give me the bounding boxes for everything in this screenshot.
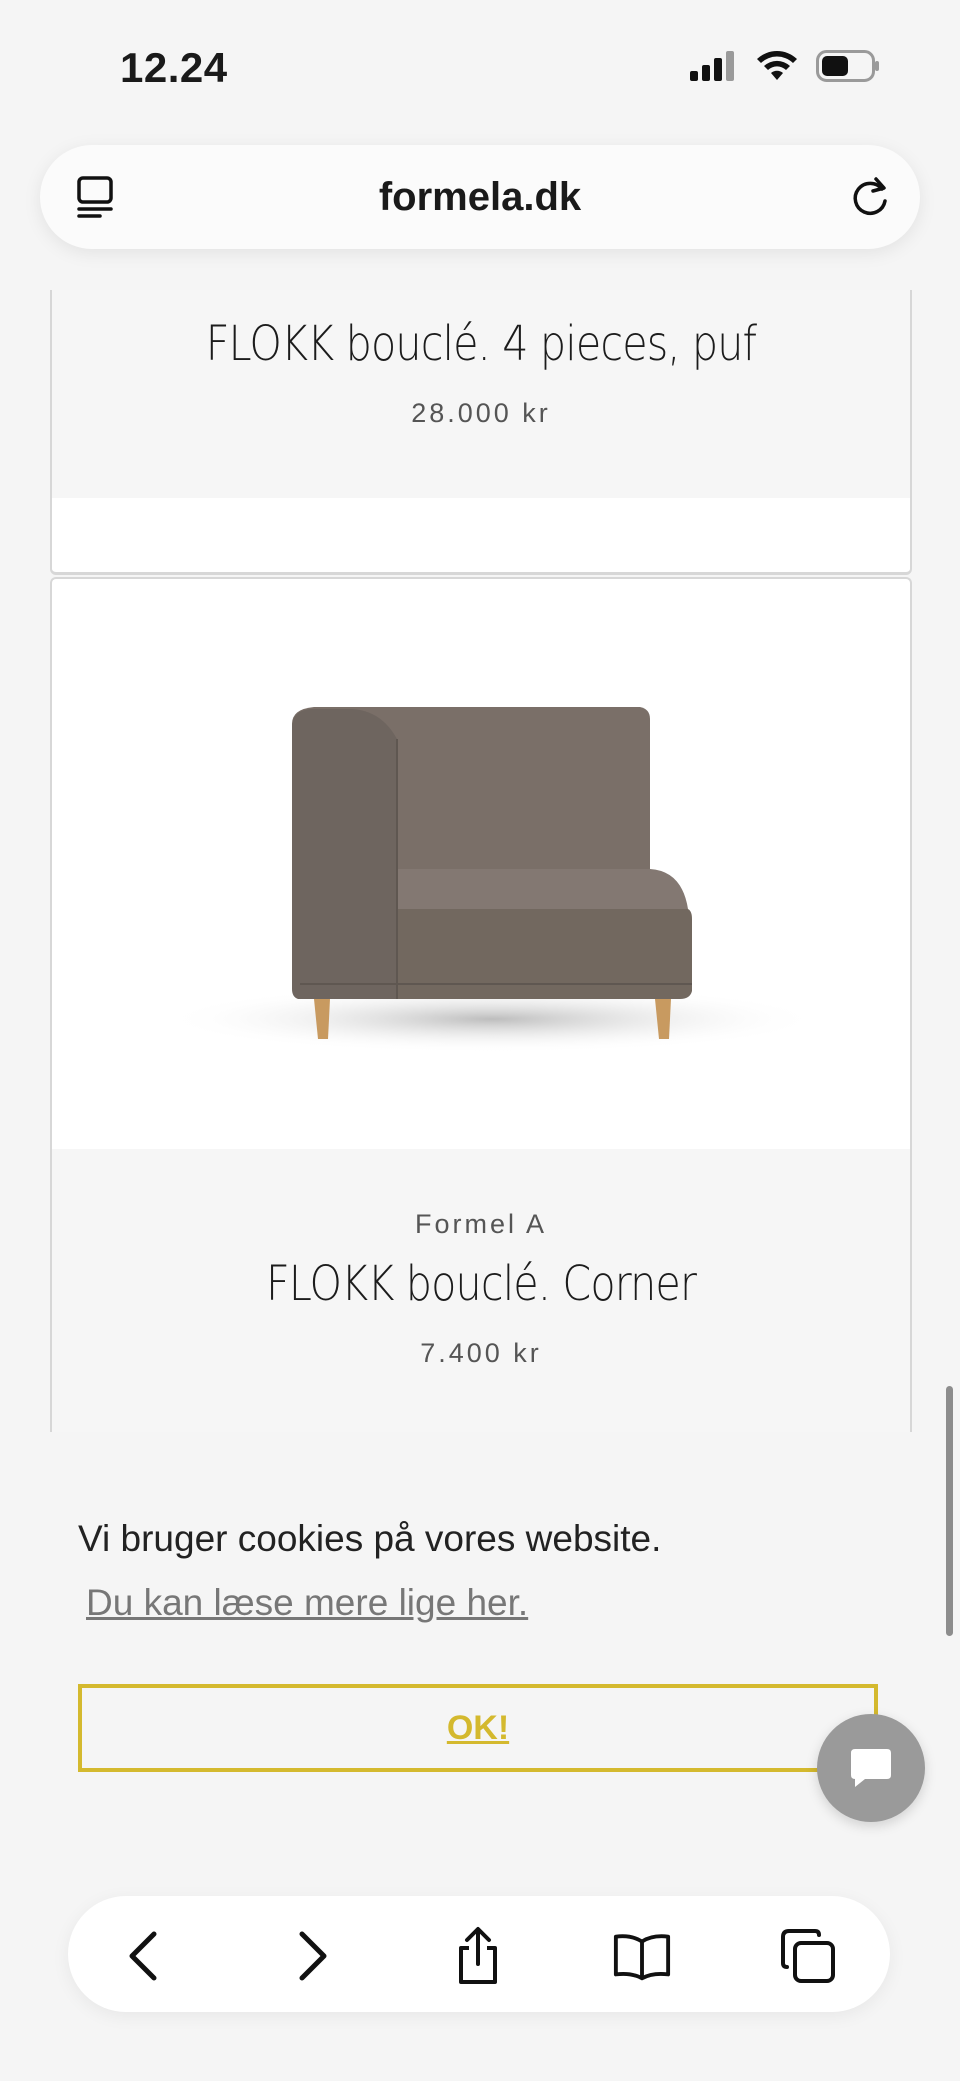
chat-icon bbox=[851, 1749, 891, 1787]
back-icon[interactable] bbox=[114, 1926, 174, 1986]
share-icon[interactable] bbox=[448, 1926, 508, 1986]
status-icons bbox=[690, 50, 880, 82]
status-bar: 12.24 bbox=[0, 0, 960, 140]
forward-icon[interactable] bbox=[282, 1926, 342, 1986]
product-price: 7.400 kr bbox=[420, 1338, 542, 1368]
tabs-overview-icon[interactable] bbox=[778, 1926, 838, 1986]
product-card[interactable]: Formel A FLOKK bouclé. Corner 7.400 kr bbox=[50, 577, 912, 1434]
cookie-banner: Vi bruger cookies på vores website. Du k… bbox=[0, 1432, 960, 1852]
product-card[interactable]: FLOKK bouclé. 4 pieces, puf 28.000 kr bbox=[50, 290, 912, 575]
chat-button[interactable] bbox=[817, 1714, 925, 1822]
cookie-accept-label: OK! bbox=[446, 1708, 510, 1747]
url-text[interactable]: formela.dk bbox=[40, 175, 920, 220]
status-time: 12.24 bbox=[120, 44, 228, 91]
product-info: Formel A FLOKK bouclé. Corner 7.400 kr bbox=[52, 1149, 910, 1434]
address-bar[interactable]: formela.dk bbox=[40, 145, 920, 249]
product-price: 28.000 kr bbox=[411, 398, 551, 428]
reload-icon[interactable] bbox=[848, 173, 892, 224]
wifi-icon bbox=[757, 51, 797, 80]
product-title[interactable]: FLOKK bouclé. Corner bbox=[112, 1256, 850, 1312]
signal-icon bbox=[690, 51, 734, 81]
product-brand: Formel A bbox=[414, 1209, 548, 1239]
cookie-accept-button[interactable]: OK! bbox=[78, 1684, 878, 1772]
cookie-text: Vi bruger cookies på vores website. bbox=[78, 1518, 662, 1559]
product-image[interactable] bbox=[52, 579, 910, 1149]
bookmarks-icon[interactable] bbox=[612, 1926, 672, 1986]
battery-icon bbox=[816, 50, 879, 82]
cookie-policy-link[interactable]: Du kan læse mere lige her. bbox=[86, 1582, 528, 1624]
browser-toolbar bbox=[68, 1896, 890, 2012]
product-info: FLOKK bouclé. 4 pieces, puf 28.000 kr bbox=[52, 290, 910, 498]
scrollbar[interactable] bbox=[946, 1386, 953, 1636]
product-title[interactable]: FLOKK bouclé. 4 pieces, puf bbox=[112, 316, 850, 372]
